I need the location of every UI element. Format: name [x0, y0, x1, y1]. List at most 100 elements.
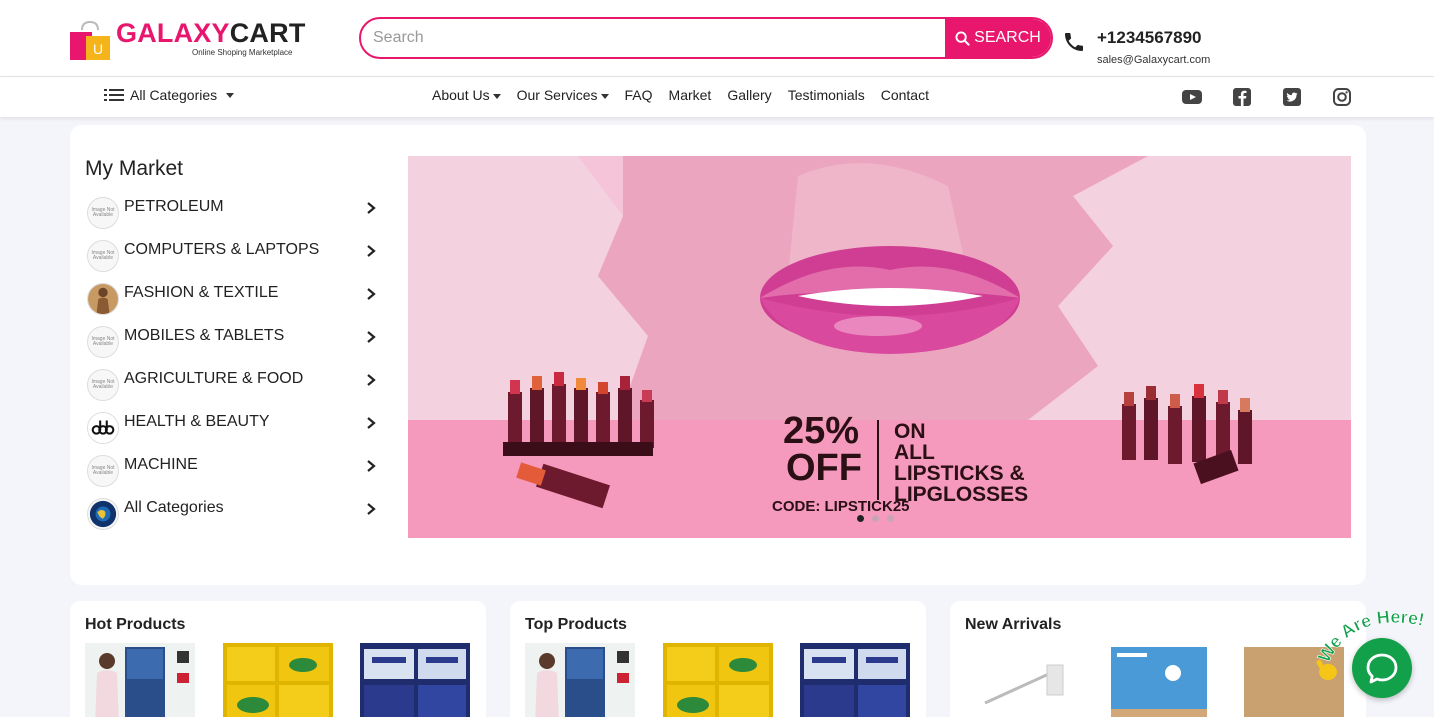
- product-thumbnail-paper-reams[interactable]: [800, 643, 910, 717]
- product-thumbnail-paper-reams[interactable]: [360, 643, 470, 717]
- carousel-dot[interactable]: [857, 515, 864, 522]
- chat-bubble-icon: [1366, 653, 1398, 684]
- youtube-icon[interactable]: [1181, 86, 1203, 108]
- category-label: MACHINE: [124, 456, 198, 473]
- new-arrivals-card: New Arrivals: [950, 601, 1366, 717]
- category-label: All Categories: [124, 499, 224, 516]
- chevron-down-icon: [600, 93, 609, 99]
- list-icon: [104, 89, 124, 101]
- chevron-right-icon: [367, 503, 376, 515]
- search-input[interactable]: [373, 19, 943, 57]
- chevron-right-icon: [367, 202, 376, 214]
- product-thumbnail-shower-head[interactable]: [965, 643, 1075, 717]
- nav-faq[interactable]: FAQ: [625, 87, 653, 103]
- health-beauty-logo: [88, 413, 118, 443]
- fashion-photo: [88, 284, 118, 314]
- lipstick-promo-image: 25% OFF CODE: LIPSTICK25 ON ALL LIPSTICK…: [408, 156, 1351, 538]
- top-products-card: Top Products: [510, 601, 926, 717]
- chevron-right-icon: [367, 331, 376, 343]
- banner-code: CODE: LIPSTICK25: [772, 498, 910, 515]
- category-label: HEALTH & BEAUTY: [124, 413, 270, 430]
- banner-line-1: ON: [894, 420, 926, 443]
- category-label: COMPUTERS & LAPTOPS: [124, 241, 320, 258]
- promo-banner-carousel[interactable]: 25% OFF CODE: LIPSTICK25 ON ALL LIPSTICK…: [408, 156, 1351, 538]
- image-placeholder-text: Image Not Available: [91, 250, 115, 261]
- category-item-machine[interactable]: Image Not Available MACHINE: [85, 453, 385, 496]
- banner-off: OFF: [786, 447, 862, 489]
- twitter-icon[interactable]: [1281, 86, 1303, 108]
- logo-wordmark: GALAXYCART: [116, 18, 306, 48]
- svg-text:U: U: [93, 41, 103, 57]
- carousel-dot[interactable]: [887, 515, 894, 522]
- banner-line-2: ALL: [894, 441, 935, 464]
- category-thumbnail: Image Not Available: [87, 455, 119, 487]
- all-categories-dropdown[interactable]: All Categories: [104, 87, 235, 103]
- globe-icon: [89, 500, 117, 528]
- main-navigation: All Categories About Us Our Services FAQ…: [0, 77, 1434, 117]
- nav-about-us[interactable]: About Us: [432, 87, 501, 103]
- category-label: FASHION & TEXTILE: [124, 284, 279, 301]
- contact-email[interactable]: sales@Galaxycart.com: [1097, 54, 1210, 66]
- top-header: U GALAXYCART Online Shoping Marketplace …: [0, 0, 1434, 77]
- banner-line-4: LIPGLOSSES: [894, 483, 1028, 506]
- image-placeholder-text: Image Not Available: [91, 207, 115, 218]
- category-thumbnail: [87, 412, 119, 444]
- chevron-right-icon: [367, 245, 376, 257]
- search-icon: [955, 30, 970, 46]
- nav-market[interactable]: Market: [669, 87, 712, 103]
- category-label: MOBILES & TABLETS: [124, 327, 285, 344]
- chevron-right-icon: [367, 288, 376, 300]
- image-placeholder-text: Image Not Available: [91, 465, 115, 476]
- category-label: AGRICULTURE & FOOD: [124, 370, 304, 387]
- hot-products-title: Hot Products: [85, 616, 186, 633]
- instagram-icon[interactable]: [1331, 86, 1353, 108]
- category-item-all-categories[interactable]: All Categories: [85, 496, 385, 539]
- market-hero-card: My Market Image Not Available PETROLEUM …: [70, 125, 1366, 585]
- category-label: PETROLEUM: [124, 198, 224, 215]
- category-thumbnail: Image Not Available: [87, 197, 119, 229]
- category-thumbnail: Image Not Available: [87, 326, 119, 358]
- chevron-right-icon: [367, 417, 376, 429]
- category-item-mobiles-tablets[interactable]: Image Not Available MOBILES & TABLETS: [85, 324, 385, 367]
- new-arrivals-title: New Arrivals: [965, 616, 1062, 633]
- category-item-computers-laptops[interactable]: Image Not Available COMPUTERS & LAPTOPS: [85, 238, 385, 281]
- category-item-fashion-textile[interactable]: FASHION & TEXTILE: [85, 281, 385, 324]
- nav-our-services[interactable]: Our Services: [517, 87, 609, 103]
- category-item-petroleum[interactable]: Image Not Available PETROLEUM: [85, 195, 385, 238]
- chevron-down-icon: [492, 93, 501, 99]
- image-placeholder-text: Image Not Available: [91, 379, 115, 390]
- category-thumbnail: Image Not Available: [87, 369, 119, 401]
- phone-number[interactable]: +1234567890: [1097, 28, 1201, 48]
- live-chat-button[interactable]: [1352, 638, 1412, 698]
- all-categories-label: All Categories: [130, 87, 218, 103]
- search-button-label: SEARCH: [974, 29, 1041, 46]
- nav-contact[interactable]: Contact: [881, 87, 929, 103]
- phone-icon: [1065, 33, 1083, 51]
- top-products-title: Top Products: [525, 616, 627, 633]
- product-thumbnail-paper-boxes[interactable]: [663, 643, 773, 717]
- nav-gallery[interactable]: Gallery: [727, 87, 771, 103]
- search-button[interactable]: SEARCH: [945, 19, 1051, 57]
- banner-line-3: LIPSTICKS &: [894, 462, 1025, 485]
- search-bar: SEARCH: [359, 17, 1053, 59]
- nav-testimonials[interactable]: Testimonials: [788, 87, 865, 103]
- product-thumbnail-paper-boxes[interactable]: [223, 643, 333, 717]
- image-placeholder-text: Image Not Available: [91, 336, 115, 347]
- carousel-indicators: [857, 515, 894, 522]
- market-title: My Market: [85, 157, 184, 180]
- facebook-icon[interactable]: [1231, 86, 1253, 108]
- site-logo[interactable]: U GALAXYCART Online Shoping Marketplace: [68, 16, 308, 62]
- carousel-dot[interactable]: [872, 515, 879, 522]
- category-list: Image Not Available PETROLEUM Image Not …: [85, 195, 385, 539]
- logo-tagline: Online Shoping Marketplace: [192, 48, 293, 57]
- category-thumbnail: Image Not Available: [87, 240, 119, 272]
- hot-products-card: Hot Products: [70, 601, 486, 717]
- product-thumbnail-fridge[interactable]: [525, 643, 635, 717]
- category-item-health-beauty[interactable]: HEALTH & BEAUTY: [85, 410, 385, 453]
- category-thumbnail: [87, 283, 119, 315]
- product-thumbnail-fridge[interactable]: [85, 643, 195, 717]
- category-item-agriculture-food[interactable]: Image Not Available AGRICULTURE & FOOD: [85, 367, 385, 410]
- product-thumbnail-photo-paper[interactable]: [1103, 643, 1213, 717]
- chevron-right-icon: [367, 460, 376, 472]
- banner-discount: 25%: [783, 410, 859, 452]
